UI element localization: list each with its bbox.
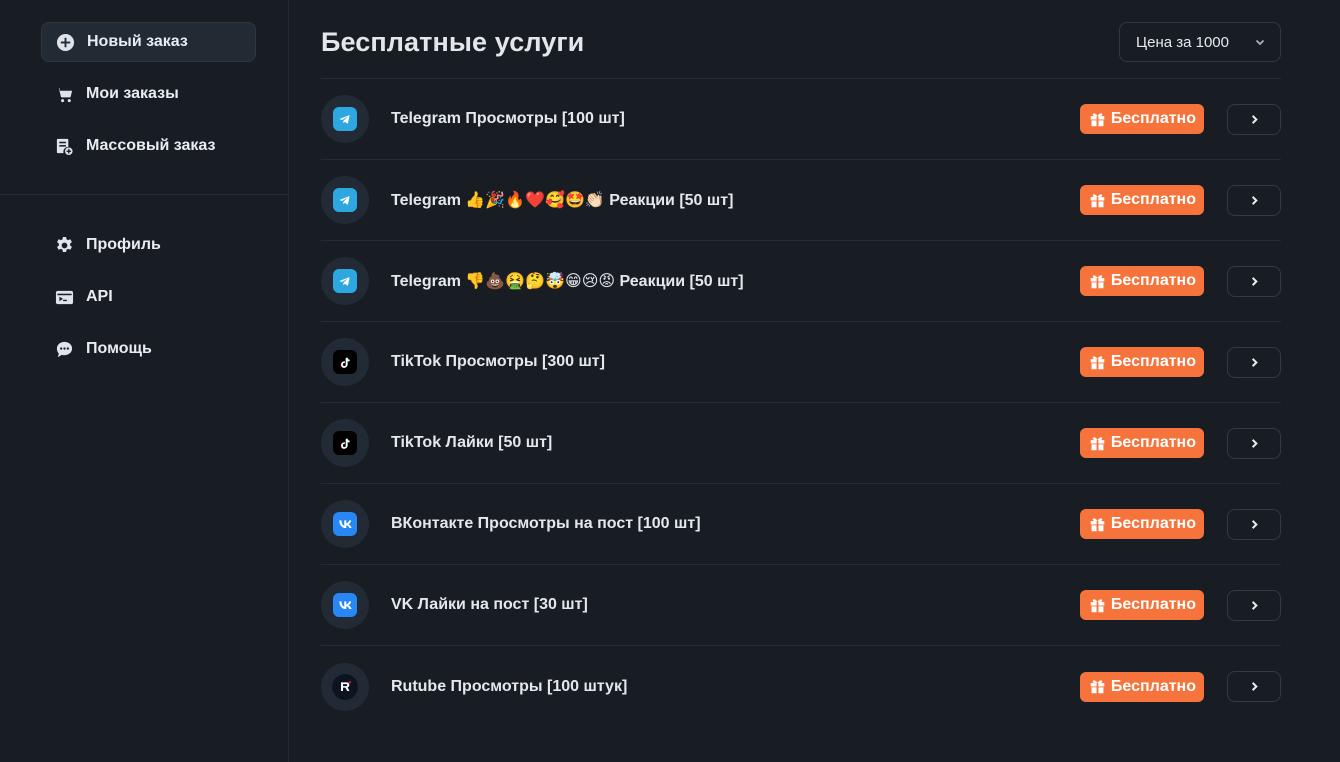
- price-select-value: Цена за 1000: [1136, 33, 1229, 51]
- service-row[interactable]: ВКонтакте Просмотры на пост [100 шт] Бес…: [321, 484, 1281, 565]
- sidebar-divider: [0, 194, 288, 195]
- plus-circle-icon: [55, 32, 75, 52]
- open-service-button[interactable]: [1227, 589, 1281, 621]
- sidebar-item-label: Помощь: [86, 340, 152, 357]
- gift-icon: [1090, 355, 1105, 369]
- api-card-icon: [54, 287, 74, 307]
- page-title: Бесплатные услуги: [321, 26, 585, 57]
- service-row[interactable]: Telegram Просмотры [100 шт] Бесплатно: [321, 79, 1281, 160]
- free-badge: Бесплатно: [1079, 509, 1204, 539]
- telegram-icon: [321, 95, 369, 143]
- cart-icon: [54, 84, 74, 104]
- free-badge-label: Бесплатно: [1110, 677, 1196, 695]
- gift-icon: [1090, 598, 1105, 612]
- tiktok-icon: [321, 419, 369, 467]
- chevron-right-icon: [1251, 519, 1258, 529]
- chevron-right-icon: [1251, 276, 1258, 286]
- chevron-down-icon: [1255, 39, 1265, 46]
- bulk-order-icon: [54, 136, 74, 156]
- service-row[interactable]: Telegram 👍🎉🔥❤️🥰🤩👏🏻 Реакции [50 шт] Беспл…: [321, 160, 1281, 241]
- free-badge: Бесплатно: [1079, 185, 1204, 215]
- page-header: Бесплатные услуги Цена за 1000: [321, 22, 1281, 62]
- chevron-right-icon: [1251, 114, 1258, 124]
- telegram-icon: [321, 257, 369, 305]
- service-name: ВКонтакте Просмотры на пост [100 шт]: [391, 515, 701, 532]
- service-name: Telegram Просмотры [100 шт]: [391, 110, 625, 127]
- sidebar-item-label: Массовый заказ: [86, 137, 216, 154]
- rutube-icon: [321, 662, 369, 711]
- chevron-right-icon: [1251, 438, 1258, 448]
- open-service-button[interactable]: [1227, 346, 1281, 378]
- sidebar-item-new-order[interactable]: Новый заказ: [41, 22, 256, 62]
- service-name: Telegram 👍🎉🔥❤️🥰🤩👏🏻 Реакции [50 шт]: [391, 192, 734, 209]
- sidebar-item-label: API: [86, 288, 113, 305]
- telegram-icon: [321, 176, 369, 224]
- gear-icon: [54, 235, 74, 255]
- sidebar-item-profile[interactable]: Профиль: [41, 225, 256, 265]
- free-badge-label: Бесплатно: [1110, 434, 1196, 451]
- sidebar-item-api[interactable]: API: [41, 277, 256, 317]
- gift-icon: [1090, 680, 1105, 694]
- sidebar: Новый заказ Мои заказы Массовый заказ Пр…: [0, 0, 289, 762]
- gift-icon: [1090, 274, 1105, 288]
- main-content: Бесплатные услуги Цена за 1000 Telegram …: [289, 0, 1340, 762]
- vk-icon: [321, 581, 369, 629]
- service-name: TikTok Лайки [50 шт]: [391, 434, 553, 451]
- service-name: TikTok Просмотры [300 шт]: [391, 353, 605, 370]
- open-service-button[interactable]: [1227, 671, 1281, 702]
- chevron-right-icon: [1251, 682, 1258, 691]
- free-badge: Бесплатно: [1079, 347, 1204, 377]
- service-name: Telegram 👎💩🤮🤔🤯😁😢😡 Реакции [50 шт]: [391, 273, 744, 290]
- free-badge-label: Бесплатно: [1110, 272, 1196, 289]
- tiktok-icon: [321, 338, 369, 386]
- chevron-right-icon: [1251, 195, 1258, 205]
- gift-icon: [1090, 517, 1105, 531]
- open-service-button[interactable]: [1227, 103, 1281, 135]
- sidebar-item-bulk-order[interactable]: Массовый заказ: [41, 126, 256, 166]
- free-badge-label: Бесплатно: [1110, 353, 1196, 370]
- free-badge: Бесплатно: [1079, 266, 1204, 296]
- sidebar-item-my-orders[interactable]: Мои заказы: [41, 74, 256, 114]
- chat-icon: [54, 339, 74, 359]
- sidebar-item-label: Новый заказ: [87, 33, 188, 50]
- free-badge: Бесплатно: [1079, 428, 1204, 458]
- service-list: Telegram Просмотры [100 шт] Бесплатно Te…: [321, 78, 1281, 727]
- free-badge-label: Бесплатно: [1110, 596, 1196, 613]
- service-row[interactable]: Telegram 👎💩🤮🤔🤯😁😢😡 Реакции [50 шт] Беспла…: [321, 241, 1281, 322]
- price-select-dropdown[interactable]: Цена за 1000: [1119, 22, 1281, 62]
- open-service-button[interactable]: [1227, 184, 1281, 216]
- gift-icon: [1090, 436, 1105, 450]
- free-badge: Бесплатно: [1079, 104, 1204, 134]
- free-badge-label: Бесплатно: [1110, 110, 1196, 127]
- gift-icon: [1090, 112, 1105, 126]
- free-badge-label: Бесплатно: [1110, 191, 1196, 208]
- sidebar-item-help[interactable]: Помощь: [41, 329, 256, 369]
- free-badge: Бесплатно: [1079, 590, 1204, 620]
- open-service-button[interactable]: [1227, 427, 1281, 459]
- vk-icon: [321, 500, 369, 548]
- service-row[interactable]: TikTok Просмотры [300 шт] Бесплатно: [321, 322, 1281, 403]
- open-service-button[interactable]: [1227, 265, 1281, 297]
- sidebar-item-label: Мои заказы: [86, 85, 179, 102]
- free-badge: Бесплатно: [1079, 671, 1204, 702]
- sidebar-item-label: Профиль: [86, 236, 161, 253]
- service-row[interactable]: Rutube Просмотры [100 штук] Бесплатно: [321, 646, 1281, 727]
- service-row[interactable]: VK Лайки на пост [30 шт] Бесплатно: [321, 565, 1281, 646]
- service-row[interactable]: TikTok Лайки [50 шт] Бесплатно: [321, 403, 1281, 484]
- chevron-right-icon: [1251, 600, 1258, 610]
- chevron-right-icon: [1251, 357, 1258, 367]
- open-service-button[interactable]: [1227, 508, 1281, 540]
- service-name: Rutube Просмотры [100 штук]: [391, 677, 628, 695]
- service-name: VK Лайки на пост [30 шт]: [391, 596, 588, 613]
- gift-icon: [1090, 193, 1105, 207]
- free-badge-label: Бесплатно: [1110, 515, 1196, 532]
- app-root: Новый заказ Мои заказы Массовый заказ Пр…: [0, 0, 1340, 762]
